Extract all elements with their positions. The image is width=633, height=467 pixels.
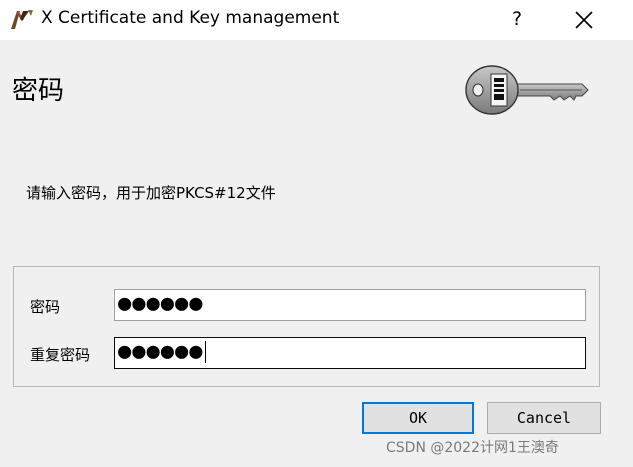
xca-app-icon xyxy=(11,10,33,29)
instruction-text: 请输入密码，用于加密PKCS#12文件 xyxy=(26,184,276,202)
watermark-text: CSDN @2022计网1王澳奇 xyxy=(386,440,559,456)
password-field[interactable]: ●●●●●● xyxy=(114,289,586,321)
window-title: X Certificate and Key management xyxy=(41,8,340,28)
text-caret xyxy=(205,341,207,363)
repeat-password-field[interactable]: ●●●●●● xyxy=(114,337,586,369)
help-button[interactable]: ? xyxy=(502,4,532,34)
cancel-button[interactable]: Cancel xyxy=(487,402,601,434)
password-field-value: ●●●●●● xyxy=(118,291,204,316)
title-bar: X Certificate and Key management ? xyxy=(0,0,633,40)
ok-button[interactable]: OK xyxy=(362,402,474,434)
password-label: 密码 xyxy=(30,298,61,316)
page-title: 密码 xyxy=(12,76,65,106)
repeat-password-label: 重复密码 xyxy=(30,346,91,364)
repeat-password-field-value: ●●●●●● xyxy=(118,339,204,364)
key-icon xyxy=(465,65,589,115)
close-icon[interactable] xyxy=(568,5,600,35)
